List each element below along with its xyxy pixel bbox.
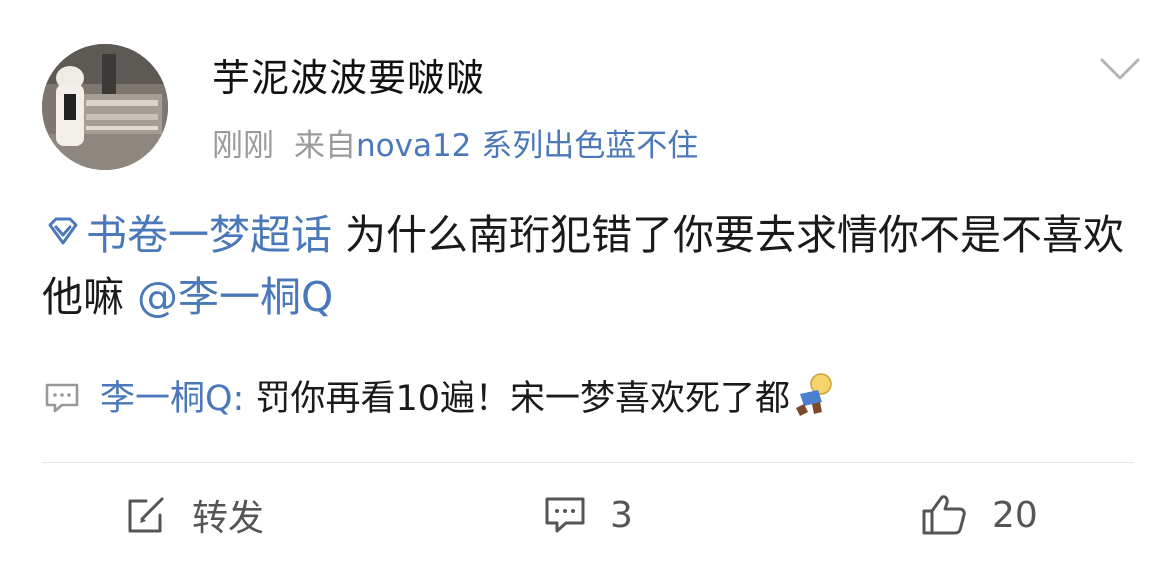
topic-link[interactable]: 书卷一梦超话 <box>42 211 332 259</box>
thumbs-up-icon <box>922 495 966 535</box>
username[interactable]: 芋泥波波要啵啵 <box>212 52 485 104</box>
comment-icon <box>545 497 585 533</box>
repost-button[interactable]: 转发 <box>124 490 264 540</box>
comment-preview[interactable]: 李一桐Q: 罚你再看10遍！宋一梦喜欢死了都 <box>44 372 836 424</box>
comment-text: 罚你再看10遍！宋一梦喜欢死了都 <box>255 379 791 419</box>
chevron-down-icon[interactable] <box>1098 54 1142 84</box>
doll-emoji <box>796 373 832 416</box>
weibo-post: 芋泥波波要啵啵 刚刚 来自nova12 系列出色蓝不住 书卷一梦超话 为什么南珩犯… <box>0 0 1174 573</box>
post-time: 刚刚 <box>212 128 274 164</box>
comment-count: 3 <box>610 494 633 536</box>
comment-bubble-icon <box>45 383 79 413</box>
avatar[interactable] <box>42 44 168 170</box>
repost-label: 转发 <box>192 498 265 539</box>
source-prefix: 来自 <box>294 128 356 164</box>
topic-label: 书卷一梦超话 <box>86 211 332 259</box>
diamond-icon <box>48 217 78 245</box>
repost-icon <box>128 497 164 533</box>
like-count: 20 <box>992 494 1038 536</box>
comment-user[interactable]: 李一桐Q: <box>100 379 255 419</box>
post-meta: 刚刚 来自nova12 系列出色蓝不住 <box>212 124 698 168</box>
comment-button[interactable]: 3 <box>544 490 633 540</box>
device-source[interactable]: nova12 系列出色蓝不住 <box>356 128 698 164</box>
post-content: 书卷一梦超话 为什么南珩犯错了你要去求情你不是不喜欢他嘛 @李一桐Q <box>42 204 1132 328</box>
like-button[interactable]: 20 <box>920 490 1038 540</box>
mention-link[interactable]: @李一桐Q <box>137 273 333 321</box>
divider <box>42 462 1134 463</box>
